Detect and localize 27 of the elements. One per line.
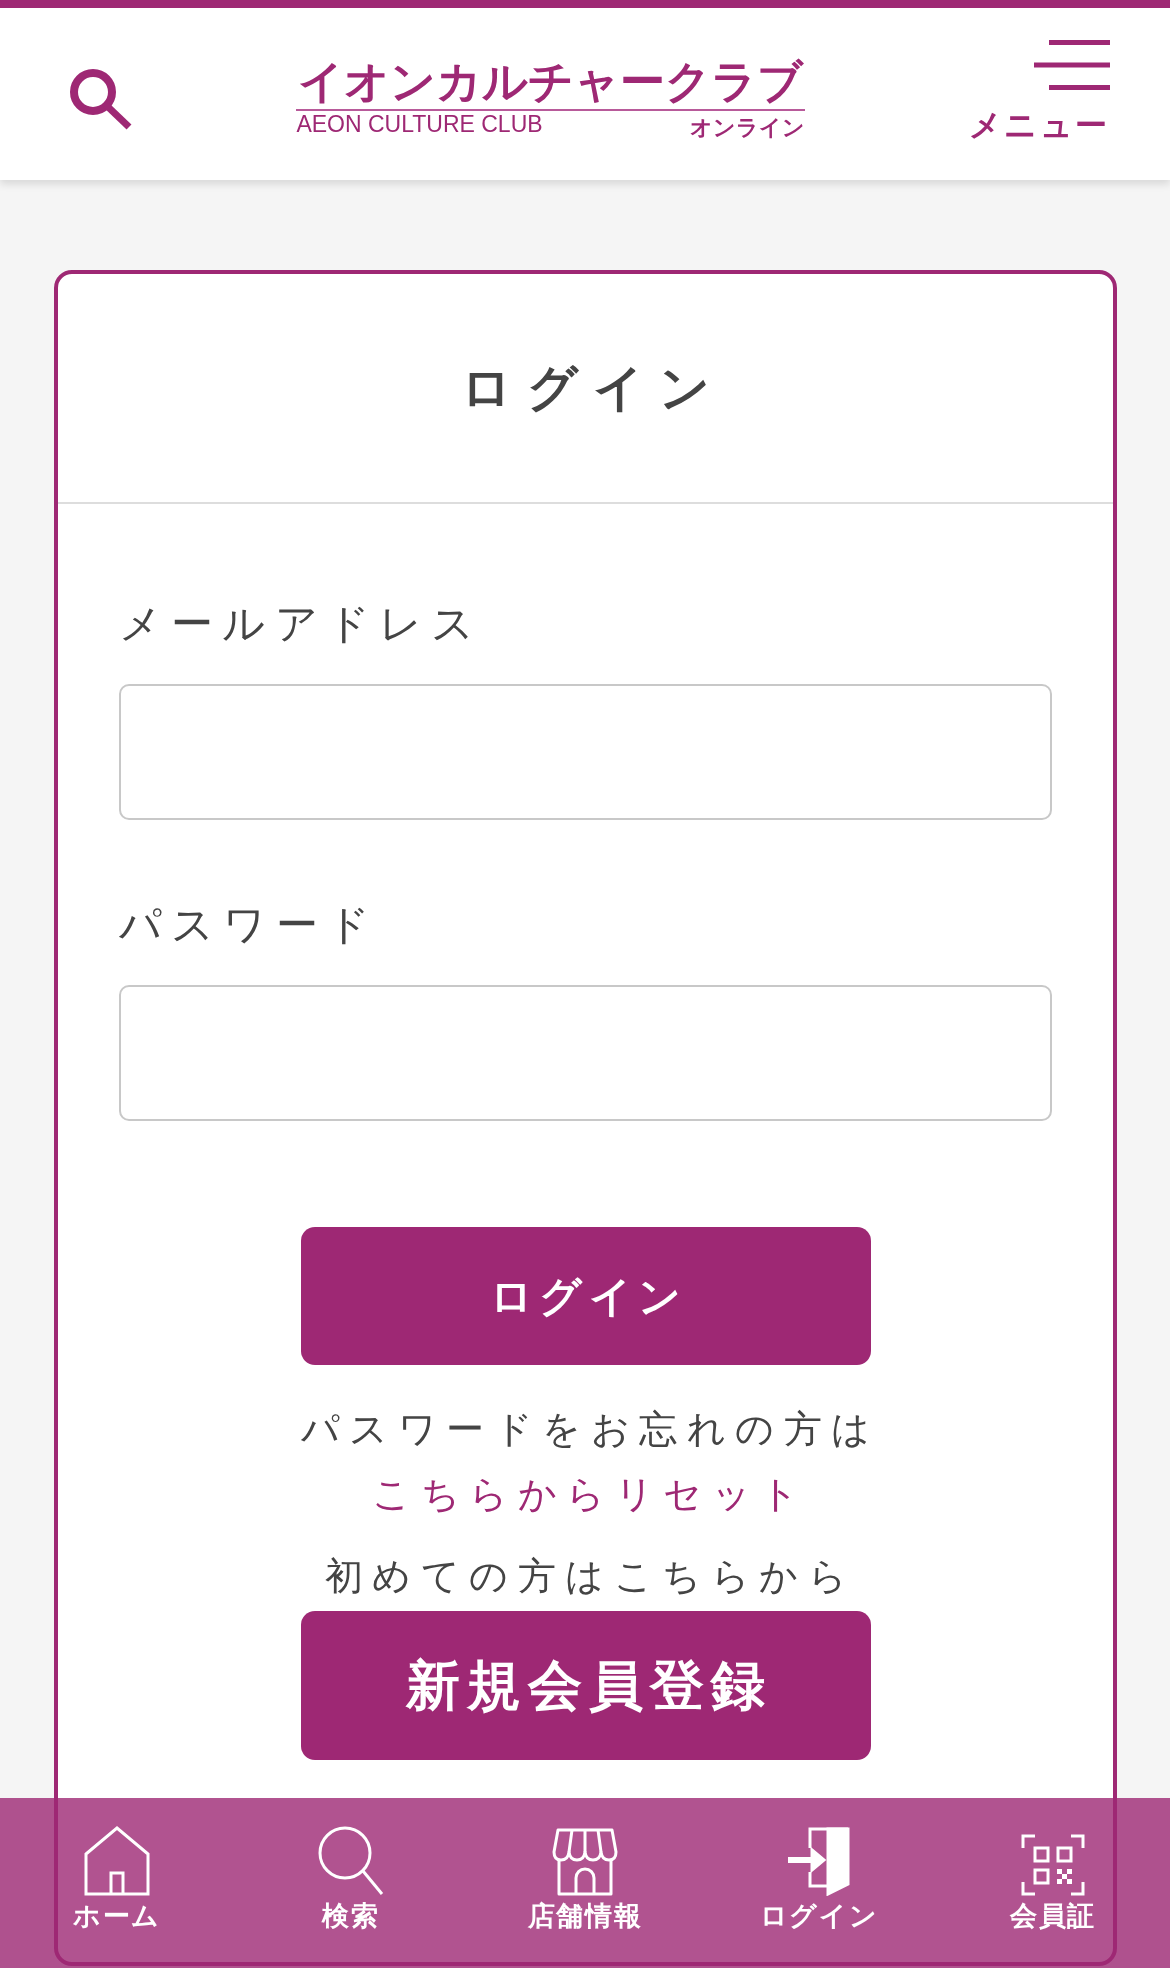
qr-code-icon [1021,1834,1085,1896]
first-time-text: 初めての方はこちらから [323,1553,856,1600]
logo-tagline: オンライン [690,114,806,141]
menu-icon [1034,40,1110,90]
forgot-password-text: パスワードをお忘れの方は [299,1406,880,1453]
search-icon [318,1826,384,1896]
card-title: ログイン [460,358,725,418]
home-icon [84,1826,150,1896]
logo-subtitle: AEON CULTURE CLUB [296,111,543,138]
field-label: パスワード [119,900,380,950]
storefront-icon [552,1828,618,1896]
door-arrow-icon [788,1826,850,1896]
input-field[interactable] [119,684,1052,820]
search-icon [69,68,133,130]
field-label: メールアドレス [119,599,484,649]
login-button[interactable]: ログイン [300,1227,871,1365]
register-button[interactable]: 新規会員登録 [300,1611,871,1760]
nav-tab[interactable]: 店舗情報 [468,1798,702,1968]
menu-button[interactable]: メニュー [968,40,1110,142]
nav-tab[interactable]: ログイン [702,1798,936,1968]
nav-tab[interactable]: 検索 [234,1798,468,1968]
logo-wordmark[interactable]: イオンカルチャークラブ [296,55,806,109]
search-button[interactable] [69,68,133,130]
input-field[interactable] [119,985,1052,1121]
reset-password-link[interactable]: こちらからリセット [362,1462,809,1527]
nav-tab[interactable]: 会員証 [936,1798,1170,1968]
nav-tab[interactable]: ホーム [0,1798,234,1968]
